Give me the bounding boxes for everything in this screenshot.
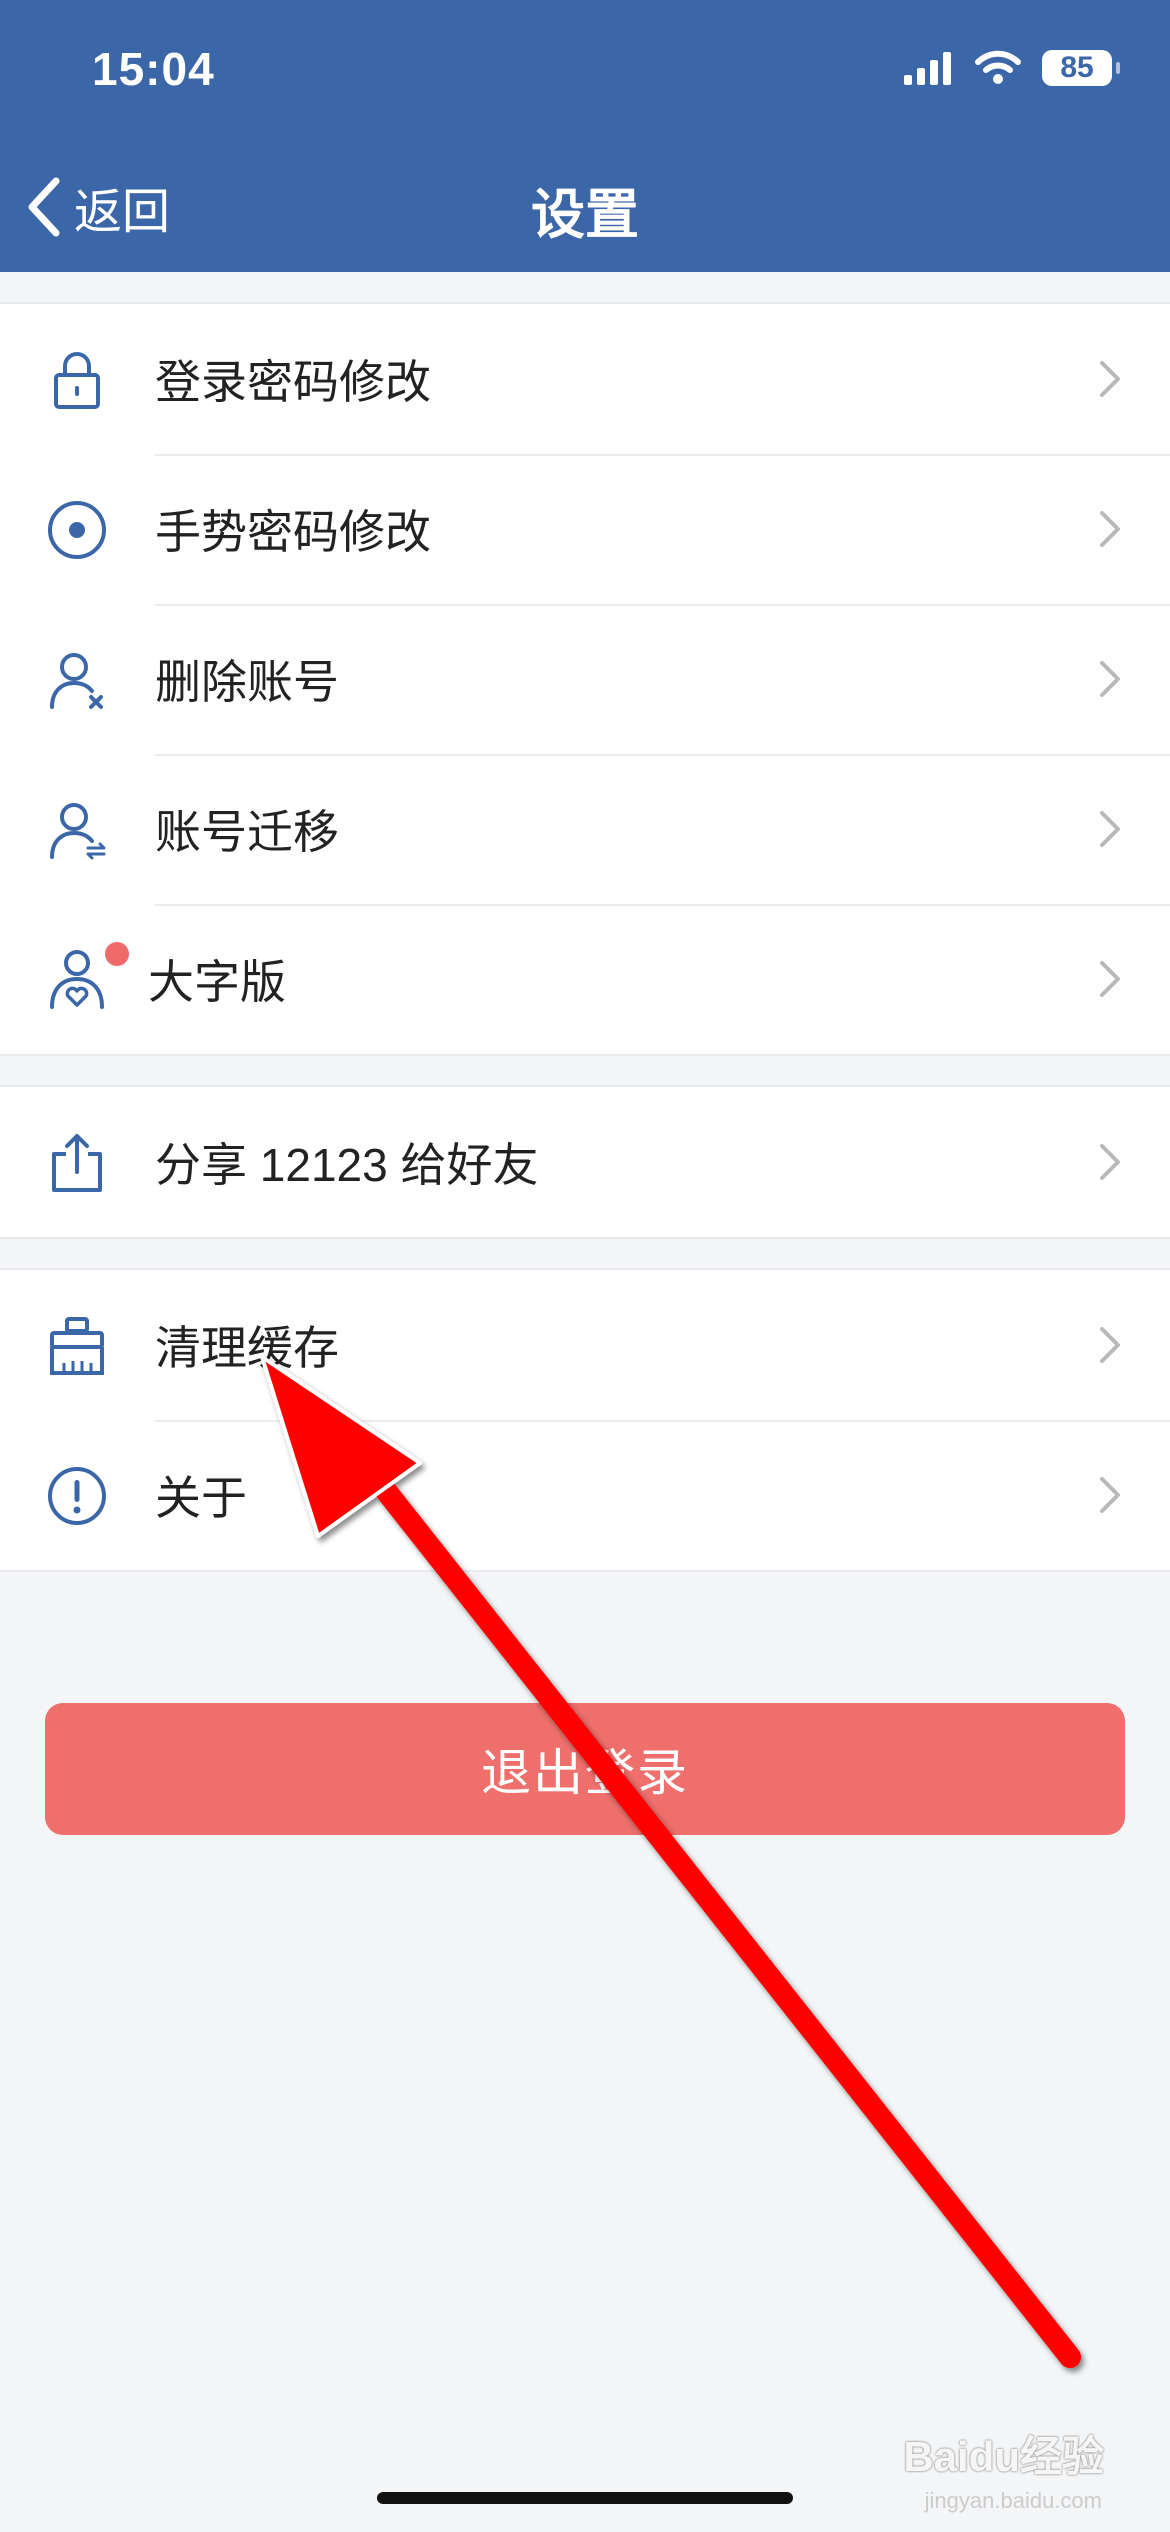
chevron-right-icon: [1100, 1327, 1120, 1363]
logout-button[interactable]: 退出登录: [45, 1703, 1125, 1835]
chevron-right-icon: [1100, 661, 1120, 697]
row-label: 账号迁移: [155, 806, 339, 858]
page-title: 设置: [531, 185, 639, 245]
gesture-target-icon: [48, 501, 106, 559]
settings-group-share: 分享 12123 给好友: [0, 1085, 1170, 1239]
row-label: 关于: [155, 1472, 247, 1524]
row-delete-account[interactable]: 删除账号: [0, 604, 1170, 754]
user-delete-icon: [50, 653, 103, 709]
signal-icon: [904, 52, 951, 85]
chevron-right-icon: [1100, 1144, 1120, 1180]
share-icon: [52, 1134, 102, 1192]
watermark-url: jingyan.baidu.com: [924, 2488, 1102, 2513]
row-large-font[interactable]: 大字版: [0, 904, 1170, 1054]
row-share-app[interactable]: 分享 12123 给好友: [0, 1087, 1170, 1237]
chevron-right-icon: [1100, 1477, 1120, 1513]
wifi-icon: [975, 50, 1021, 84]
home-indicator: [377, 2492, 793, 2504]
row-label: 分享 12123 给好友: [155, 1139, 539, 1191]
battery-indicator: 85: [1042, 50, 1120, 86]
elder-care-icon: [50, 950, 104, 1009]
info-icon: [48, 1467, 106, 1525]
row-label: 大字版: [148, 956, 286, 1008]
navigation-bar: 15:04 85 返回 设置: [0, 0, 1170, 272]
status-time: 15:04: [92, 43, 215, 95]
broom-icon: [50, 1317, 104, 1375]
chevron-right-icon: [1100, 811, 1120, 847]
row-label: 手势密码修改: [155, 506, 431, 558]
chevron-right-icon: [1100, 511, 1120, 547]
notification-badge: [105, 942, 129, 966]
lock-icon: [54, 352, 100, 409]
row-gesture-password[interactable]: 手势密码修改: [0, 454, 1170, 604]
row-login-password[interactable]: 登录密码修改: [0, 304, 1170, 454]
row-label: 删除账号: [155, 656, 339, 708]
row-account-transfer[interactable]: 账号迁移: [0, 754, 1170, 904]
row-about[interactable]: 关于: [0, 1420, 1170, 1570]
row-label: 登录密码修改: [155, 356, 431, 408]
status-icons: 85: [902, 50, 1120, 86]
settings-group-account: 登录密码修改 手势密码修改 删除账号 账号迁移 大字版: [0, 302, 1170, 1056]
row-clear-cache[interactable]: 清理缓存: [0, 1270, 1170, 1420]
row-label: 清理缓存: [155, 1322, 339, 1374]
user-transfer-icon: [50, 803, 106, 860]
settings-group-misc: 清理缓存 关于: [0, 1268, 1170, 1572]
chevron-right-icon: [1100, 361, 1120, 397]
watermark-logo: Baidu经验: [903, 2433, 1104, 2480]
chevron-right-icon: [1100, 961, 1120, 997]
